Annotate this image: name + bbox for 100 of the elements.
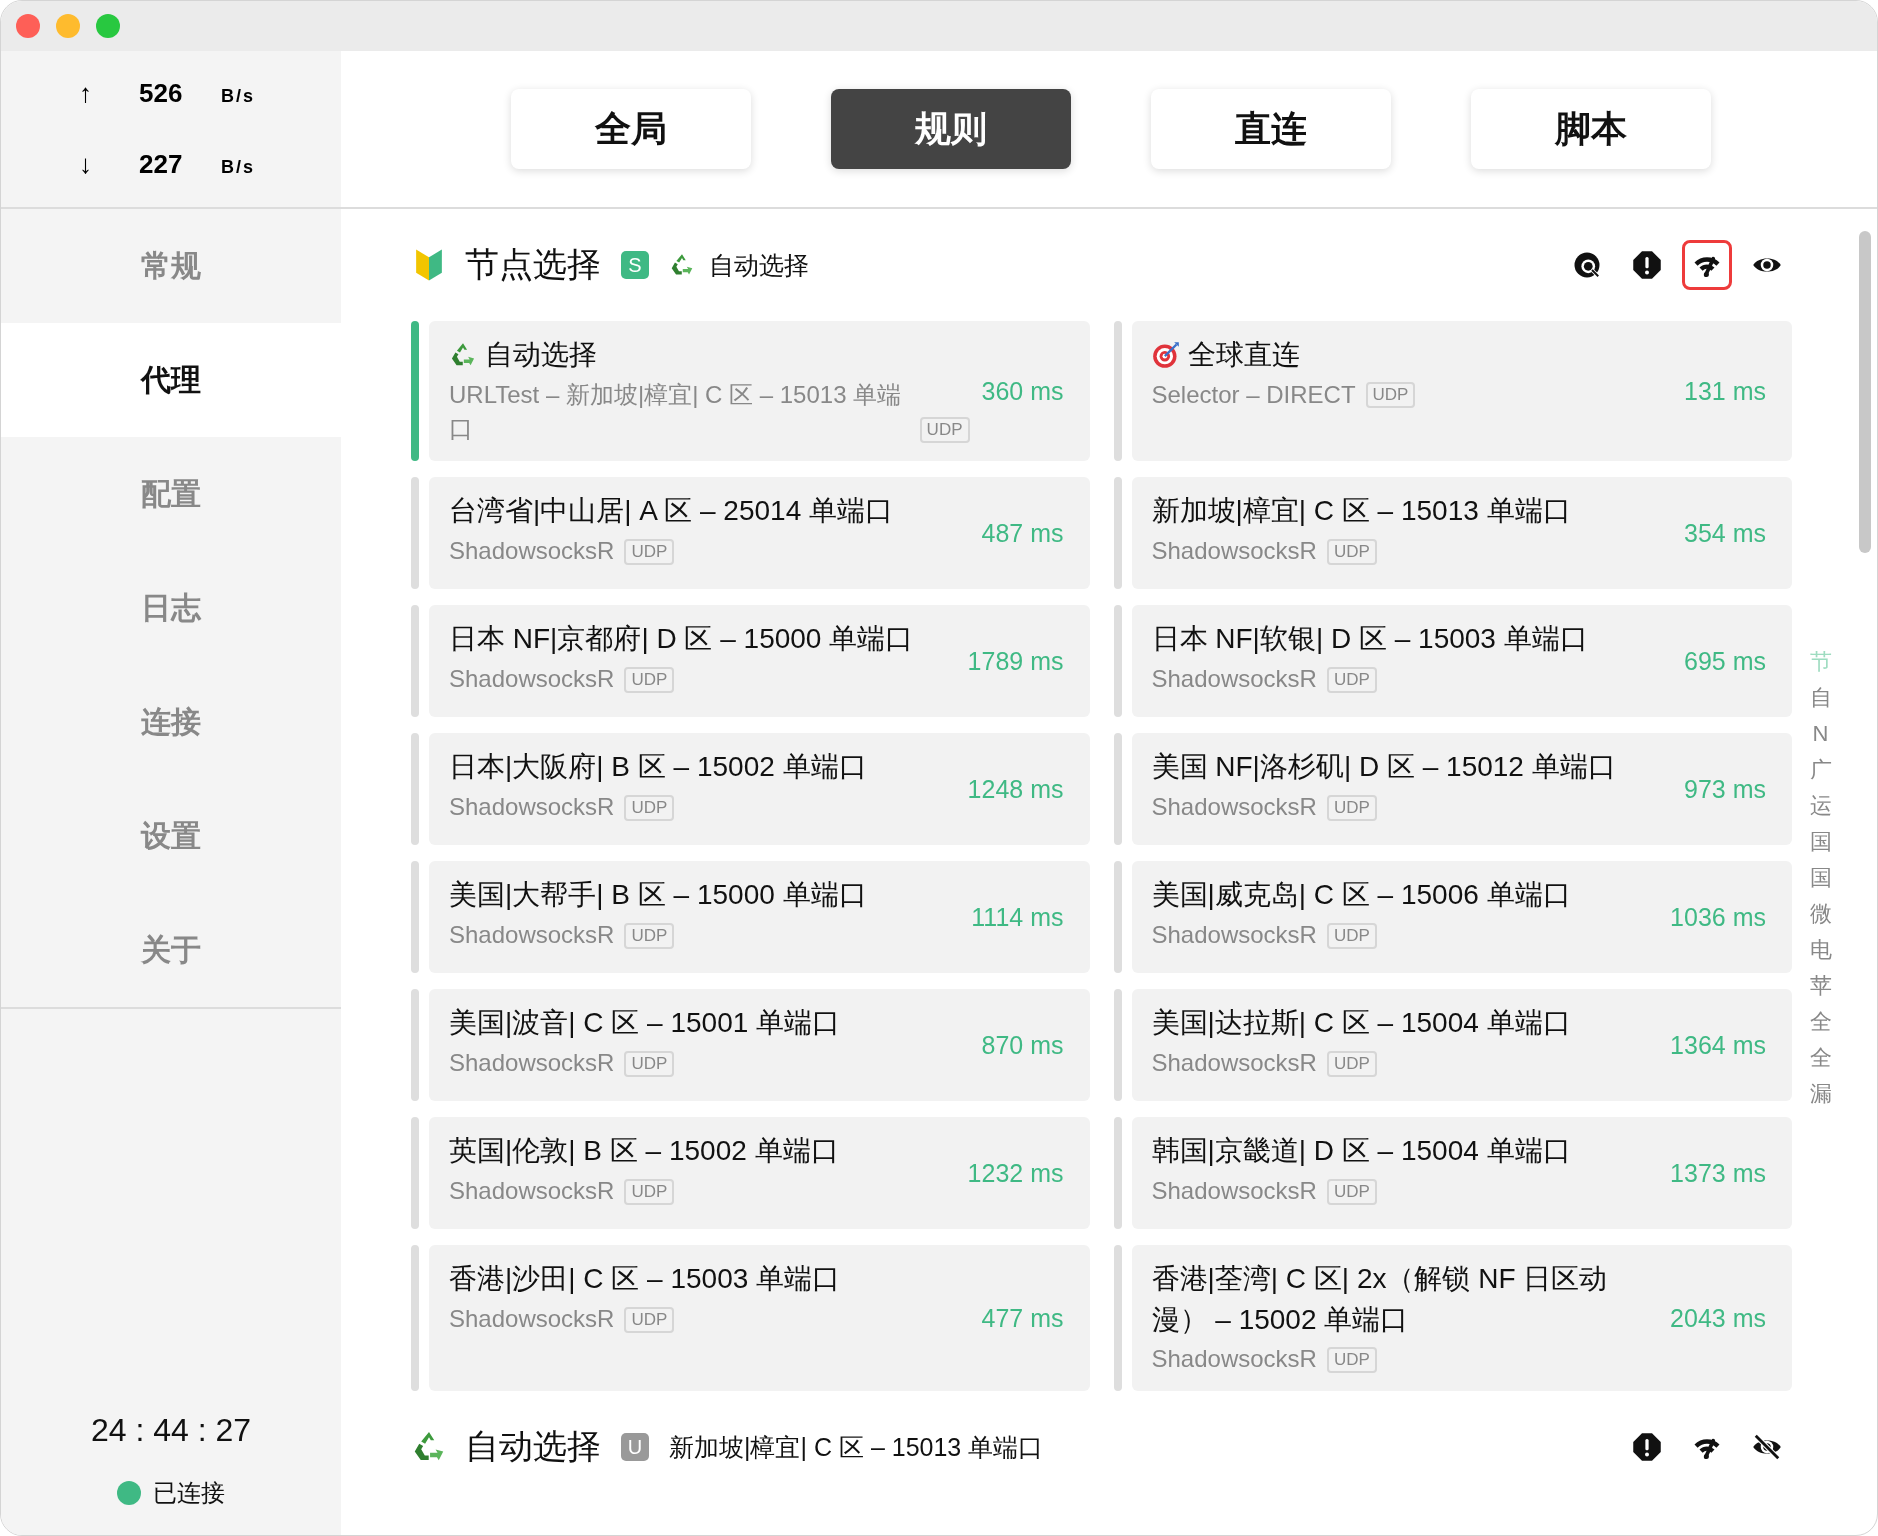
traffic-unit: B/s [221,157,255,178]
udp-tag: UDP [1326,1050,1377,1077]
scrollbar[interactable] [1859,231,1871,553]
latency: 973 ms [1684,774,1766,804]
node-type: ShadowsocksR [449,1175,615,1206]
node-name: 韩国|京畿道| D 区 – 15004 单端口 [1151,1134,1571,1169]
mode-tab[interactable]: 脚本 [1471,89,1711,169]
locate-icon [1572,250,1602,280]
mode-tab[interactable]: 直连 [1151,89,1391,169]
node-card[interactable]: 香港|荃湾| C 区| 2x（解锁 NF 日区动漫） – 15002 单端口 ShadowsocksR UDP 2043 ms [1131,1245,1792,1392]
node-type: ShadowsocksR [1151,663,1317,694]
node-type: ShadowsocksR [449,663,615,694]
index-letter[interactable]: 运 [1809,788,1832,824]
speed-button[interactable] [1682,240,1732,290]
index-letter[interactable]: 国 [1809,860,1832,896]
udp-tag: UDP [1326,1347,1377,1374]
index-letter[interactable]: 电 [1809,932,1832,968]
node-name: 日本 NF|京都府| D 区 – 15000 单端口 [449,622,914,657]
mode-tab[interactable]: 全局 [511,89,751,169]
udp-tag: UDP [1365,382,1416,409]
node-name: 美国|威克岛| C 区 – 15006 单端口 [1151,878,1571,913]
index-letter[interactable]: 漏 [1809,1076,1832,1112]
node-card[interactable]: 美国 NF|洛杉矶| D 区 – 15012 单端口 ShadowsocksR UDP 973 ms [1131,733,1792,846]
eye-off-icon [1752,1432,1782,1463]
node-type: ShadowsocksR [449,919,615,950]
direction-arrow: ↑ [79,78,93,109]
node-type: URLTest – 新加坡|樟宜| C 区 – 15013 单端口 [449,379,903,445]
latency: 131 ms [1684,376,1766,406]
latency: 354 ms [1684,518,1766,548]
traffic-value: 526 [139,78,184,109]
close-button[interactable] [16,14,40,38]
node-name: 新加坡|樟宜| C 区 – 15013 单端口 [1151,494,1571,529]
node-type: ShadowsocksR [1151,535,1317,566]
latency: 1036 ms [1670,902,1766,932]
node-card[interactable]: 美国|威克岛| C 区 – 15006 单端口 ShadowsocksR UDP 1036 ms [1131,861,1792,974]
node-card[interactable]: 全球直连 Selector – DIRECT UDP 131 ms [1131,321,1792,462]
target-icon [1151,341,1180,370]
node-type: ShadowsocksR [1151,791,1317,822]
udp-tag: UDP [1326,922,1377,949]
group-type-badge: U [621,1433,649,1462]
index-letter[interactable]: 全 [1809,1004,1832,1040]
node-card[interactable]: 美国|波音| C 区 – 15001 单端口 ShadowsocksR UDP 870 ms [429,989,1090,1102]
node-type: ShadowsocksR [1151,919,1317,950]
latency: 487 ms [981,518,1064,548]
node-card[interactable]: 美国|达拉斯| C 区 – 15004 单端口 ShadowsocksR UDP 1364 ms [1131,989,1792,1102]
node-type: ShadowsocksR [1151,1344,1317,1375]
node-name: 美国 NF|洛杉矶| D 区 – 15012 单端口 [1151,750,1616,785]
node-name: 全球直连 [1187,338,1300,372]
group-title: 节点选择 [465,244,601,285]
traffic-value: 227 [139,149,184,180]
index-letter[interactable]: 自 [1809,680,1832,716]
node-name: 美国|大帮手| B 区 – 15000 单端口 [449,878,867,913]
index-letter[interactable]: 国 [1809,824,1832,860]
node-card[interactable]: 日本|大阪府| B 区 – 15002 单端口 ShadowsocksR UDP 1248 ms [429,733,1090,846]
alert-icon [1632,1432,1662,1463]
latency: 1364 ms [1670,1030,1766,1060]
node-type: ShadowsocksR [1151,1175,1317,1206]
latency: 2043 ms [1670,1303,1766,1333]
index-letter[interactable]: 全 [1809,1040,1832,1076]
alert-icon [1632,250,1662,280]
udp-tag: UDP [624,1178,675,1205]
current-node-label: 新加坡|樟宜| C 区 – 15013 单端口 [669,1431,1044,1463]
index-letter[interactable]: 苹 [1809,968,1832,1004]
group-type-badge: S [621,251,649,279]
udp-tag: UDP [624,794,675,821]
udp-tag: UDP [624,1306,675,1333]
udp-tag: UDP [1326,666,1377,693]
mode-tab[interactable]: 规则 [831,89,1071,169]
udp-tag: UDP [919,417,970,444]
udp-tag: UDP [624,922,675,949]
node-name: 日本|大阪府| B 区 – 15002 单端口 [449,750,867,785]
udp-tag: UDP [1326,538,1377,565]
node-card[interactable]: 韩国|京畿道| D 区 – 15004 单端口 ShadowsocksR UDP 1373 ms [1131,1117,1792,1230]
node-card[interactable]: 香港|沙田| C 区 – 15003 单端口 ShadowsocksR UDP 477 ms [429,1245,1090,1392]
node-type: Selector – DIRECT [1151,379,1356,410]
udp-tag: UDP [624,538,675,565]
index-letter[interactable]: 广 [1809,752,1832,788]
latency: 695 ms [1684,646,1766,676]
node-card[interactable]: 自动选择 URLTest – 新加坡|樟宜| C 区 – 15013 单端口 UDP 360 ms [429,321,1090,462]
node-card[interactable]: 台湾省|中山居| A 区 – 25014 单端口 ShadowsocksR UDP 487 ms [429,477,1090,590]
direction-arrow: ↓ [79,149,93,180]
node-name: 美国|达拉斯| C 区 – 15004 单端口 [1151,1006,1571,1041]
latency: 1789 ms [967,646,1064,676]
node-name: 香港|荃湾| C 区| 2x（解锁 NF 日区动漫） – 15002 单端口 [1151,1262,1609,1337]
node-card[interactable]: 英国|伦敦| B 区 – 15002 单端口 ShadowsocksR UDP 1232 ms [429,1117,1090,1230]
node-name: 台湾省|中山居| A 区 – 25014 单端口 [449,494,893,529]
node-card[interactable]: 美国|大帮手| B 区 – 15000 单端口 ShadowsocksR UDP 1114 ms [429,861,1090,974]
index-letter[interactable]: 微 [1809,896,1832,932]
latency: 1373 ms [1670,1158,1766,1188]
node-card[interactable]: 日本 NF|京都府| D 区 – 15000 单端口 ShadowsocksR UDP 1789 ms [429,605,1090,718]
node-card[interactable]: 新加坡|樟宜| C 区 – 15013 单端口 ShadowsocksR UDP 354 ms [1131,477,1792,590]
node-card[interactable]: 日本 NF|软银| D 区 – 15003 单端口 ShadowsocksR UDP 695 ms [1131,605,1792,718]
udp-tag: UDP [1326,1178,1377,1205]
node-name: 英国|伦敦| B 区 – 15002 单端口 [449,1134,839,1169]
node-name: 日本 NF|软银| D 区 – 15003 单端口 [1151,622,1588,657]
sidebar-item[interactable]: 代理 [1,323,341,437]
index-letter[interactable]: N [1812,716,1829,752]
node-name: 自动选择 [485,338,597,372]
node-type: ShadowsocksR [1151,1047,1317,1078]
status-label: 已连接 [153,1478,225,1508]
